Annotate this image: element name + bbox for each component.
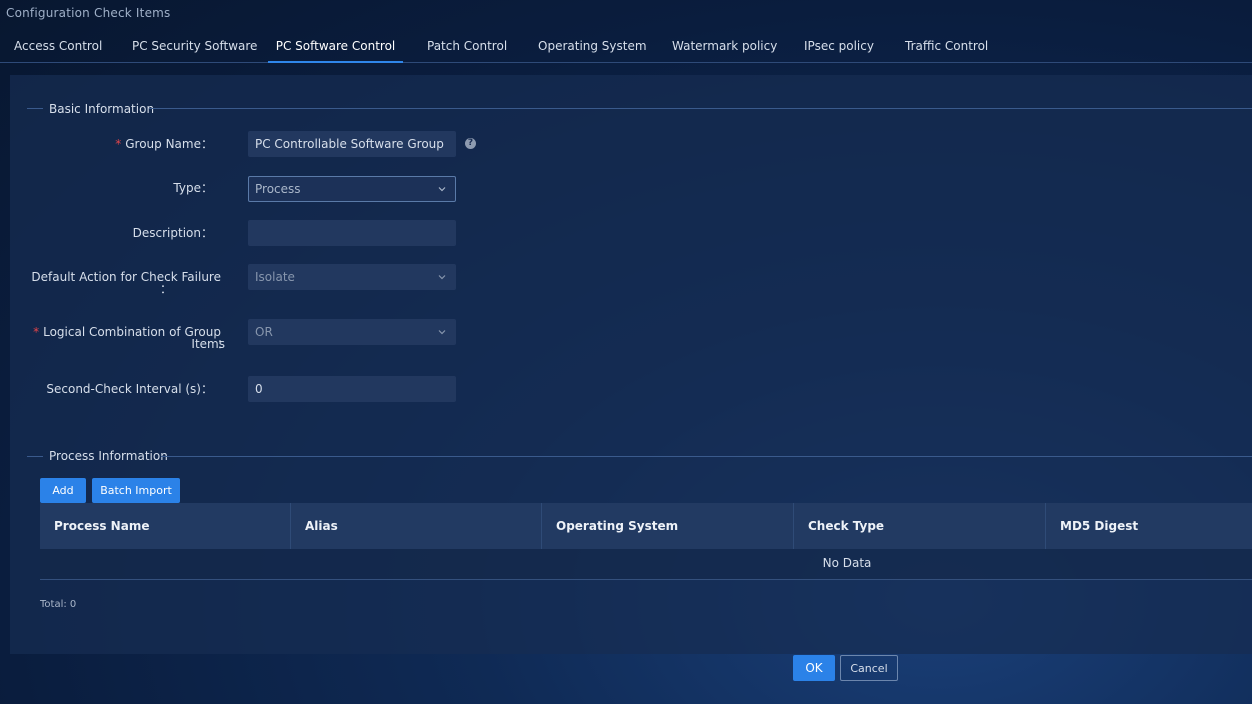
tab-patch-control[interactable]: Patch Control [427, 36, 507, 61]
cancel-button[interactable]: Cancel [840, 655, 898, 681]
batch-import-button[interactable]: Batch Import [92, 478, 180, 503]
process-info-title: Process Information [49, 449, 168, 463]
tab-bar: Access Control PC Security Software PC S… [0, 36, 1252, 63]
tab-watermark-policy[interactable]: Watermark policy [672, 36, 777, 61]
add-button[interactable]: Add [40, 478, 86, 503]
logical-combination-label: * Logical Combination of Group Items： [10, 325, 229, 350]
default-action-select[interactable]: Isolate [248, 264, 456, 290]
second-check-label-text: Second-Check Interval (s) [46, 382, 201, 396]
column-header-process-name[interactable]: Process Name [40, 503, 291, 549]
label-colon: ： [216, 337, 229, 351]
table-body: No Data [40, 549, 1252, 580]
type-label-text: Type [173, 181, 201, 195]
section-divider [27, 456, 43, 457]
basic-info-title: Basic Information [49, 102, 155, 116]
column-header-alias[interactable]: Alias [291, 503, 542, 549]
table-header: Process Name Alias Operating System Chec… [40, 503, 1252, 549]
group-name-input[interactable]: PC Controllable Software Group [248, 131, 456, 157]
tab-operating-system[interactable]: Operating System [538, 36, 647, 61]
required-marker: * [115, 137, 122, 151]
ok-button[interactable]: OK [793, 655, 835, 681]
tab-access-control[interactable]: Access Control [14, 36, 102, 61]
description-label-text: Description [132, 226, 201, 240]
logical-combination-value: OR [255, 325, 273, 339]
label-colon: ： [200, 137, 213, 151]
default-action-label: Default Action for Check Failure ： [10, 271, 221, 295]
chevron-down-icon [438, 275, 446, 280]
column-header-md5-digest[interactable]: MD5 Digest [1046, 503, 1252, 549]
default-action-value: Isolate [255, 270, 295, 284]
group-name-label: * Group Name： [10, 138, 213, 150]
default-action-label-text: Default Action for Check Failure [31, 270, 221, 284]
type-select-value: Process [255, 182, 301, 196]
chevron-down-icon [438, 187, 446, 192]
window-title: Configuration Check Items [6, 6, 171, 20]
label-colon: ： [200, 181, 213, 195]
tab-ipsec-policy[interactable]: IPsec policy [804, 36, 874, 61]
section-divider [27, 108, 43, 109]
type-label: Type： [10, 182, 213, 194]
required-marker: * [33, 325, 40, 339]
column-header-check-type[interactable]: Check Type [794, 503, 1046, 549]
logical-combination-select[interactable]: OR [248, 319, 456, 345]
tab-pc-software-control[interactable]: PC Software Control [268, 36, 403, 63]
column-header-operating-system[interactable]: Operating System [542, 503, 794, 549]
label-colon: ： [200, 226, 213, 240]
type-select[interactable]: Process [248, 176, 456, 202]
help-icon[interactable]: ? [465, 138, 476, 149]
group-name-label-text: Group Name [125, 137, 201, 151]
second-check-label: Second-Check Interval (s)： [10, 383, 213, 395]
label-colon: ： [200, 382, 213, 396]
empty-state-text: No Data [822, 556, 872, 570]
total-count: Total: 0 [40, 599, 77, 610]
description-input[interactable] [248, 220, 456, 246]
section-divider [161, 456, 1252, 457]
second-check-input[interactable]: 0 [248, 376, 456, 402]
section-divider [149, 108, 1252, 109]
tab-traffic-control[interactable]: Traffic Control [905, 36, 988, 61]
tab-pc-security-software[interactable]: PC Security Software [132, 36, 257, 61]
description-label: Description： [10, 227, 213, 239]
chevron-down-icon [438, 330, 446, 335]
label-colon: ： [159, 282, 172, 296]
config-panel: Basic Information * Group Name： PC Contro… [10, 75, 1252, 654]
